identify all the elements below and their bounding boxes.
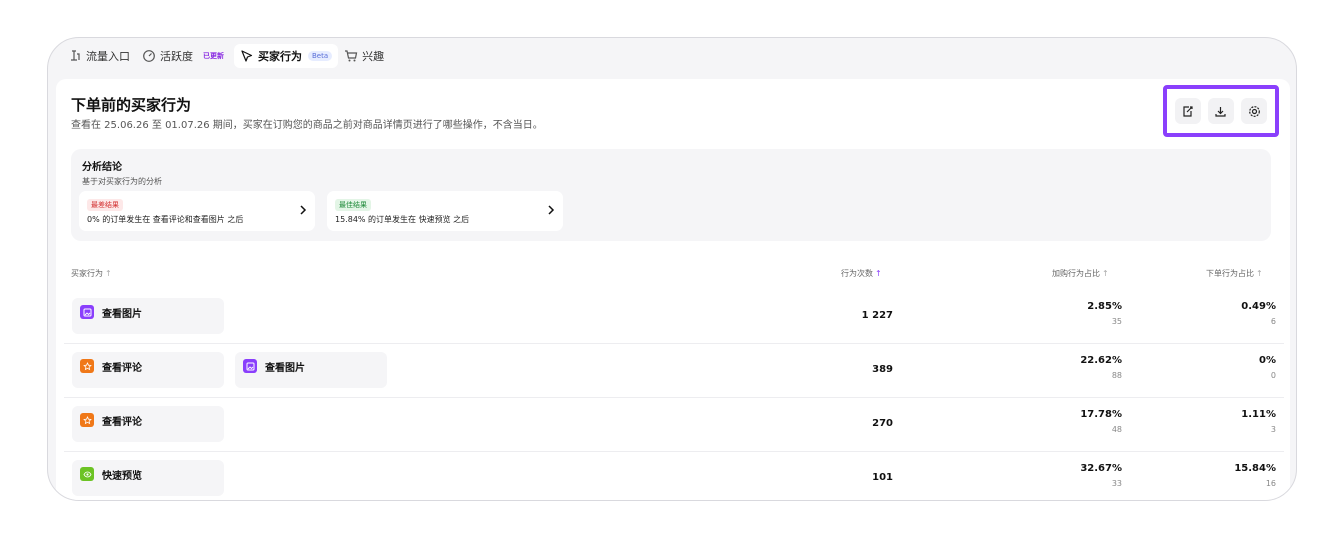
best-result-tag: 最佳结果 (335, 199, 371, 211)
order-ratio-count: 0 (1270, 371, 1276, 380)
settings-icon (1248, 105, 1260, 117)
traffic-entry-icon (71, 50, 80, 61)
cart-ratio-percent: 22.62% (1080, 355, 1122, 366)
worst-result-card[interactable]: 最差结果 0% 的订单发生在 查看评论和查看图片 之后 (79, 191, 315, 231)
edit-export-icon (1183, 105, 1193, 117)
order-ratio-count: 16 (1265, 479, 1276, 488)
best-result-text: 15.84% 的订单发生在 快速预览 之后 (335, 215, 470, 224)
cart-ratio-percent: 32.67% (1080, 463, 1122, 474)
worst-result-tag: 最差结果 (87, 199, 123, 211)
page-subtitle: 查看在 25.06.26 至 01.07.26 期间，买家在订购您的商品之前对商… (71, 120, 543, 131)
eye-icon (80, 467, 94, 481)
cart-ratio-percent: 2.85% (1087, 301, 1122, 312)
window-frame: 流量入口 活跃度 已更新 买家行为 Beta 兴趣 下单前的买家行为 查看在 2… (47, 37, 1297, 501)
chevron-right-icon (300, 205, 307, 215)
tab-label: 流量入口 (86, 50, 130, 63)
tab-bar: 流量入口 活跃度 已更新 买家行为 Beta 兴趣 (62, 44, 390, 68)
table-row[interactable]: 快速预览 101 32.67% 33 15.84% 16 (64, 452, 1284, 500)
behavior-label: 快速预览 (102, 471, 142, 482)
header-label: 加购行为占比 (1052, 269, 1100, 278)
behavior-label: 查看评论 (102, 363, 142, 374)
behavior-count: 389 (872, 364, 893, 375)
main-panel: 下单前的买家行为 查看在 25.06.26 至 01.07.26 期间，买家在订… (56, 79, 1290, 500)
behavior-label: 查看评论 (102, 417, 142, 428)
column-header-behavior[interactable]: 买家行为 ↑ (71, 268, 112, 279)
behavior-label: 查看图片 (102, 309, 142, 320)
export-edit-button[interactable] (1174, 98, 1201, 124)
star-icon (80, 413, 94, 427)
star-icon (80, 359, 94, 373)
tab-label: 买家行为 (258, 50, 302, 63)
activity-gauge-icon (143, 50, 155, 62)
order-ratio-percent: 0% (1259, 355, 1276, 366)
chevron-right-icon (548, 205, 555, 215)
cart-ratio-percent: 17.78% (1080, 409, 1122, 420)
sort-arrow-icon: ↑ (1256, 269, 1263, 278)
behavior-label: 查看图片 (265, 363, 305, 374)
best-result-card[interactable]: 最佳结果 15.84% 的订单发生在 快速预览 之后 (327, 191, 563, 231)
image-icon (243, 359, 257, 373)
behavior-count: 270 (872, 418, 893, 429)
order-ratio-percent: 1.11% (1241, 409, 1276, 420)
image-icon (80, 305, 94, 319)
action-toolbar (1163, 85, 1279, 137)
cart-ratio-count: 33 (1111, 479, 1122, 488)
table-row[interactable]: 查看评论 270 17.78% 48 1.11% 3 (64, 398, 1284, 452)
cursor-icon (241, 50, 253, 62)
beta-badge: Beta (308, 51, 333, 61)
page-title: 下单前的买家行为 (71, 96, 192, 114)
download-icon (1215, 106, 1227, 117)
sort-arrow-icon: ↑ (875, 269, 882, 278)
behavior-chip: 快速预览 (72, 460, 224, 496)
order-ratio-count: 3 (1270, 425, 1276, 434)
cart-icon (345, 50, 358, 62)
behavior-chip: 查看评论 (72, 406, 224, 442)
column-header-count[interactable]: 行为次数 ↑ (841, 268, 882, 279)
download-button[interactable] (1207, 98, 1234, 124)
tab-traffic-entry[interactable]: 流量入口 (62, 44, 136, 68)
sort-arrow-icon: ↑ (1102, 269, 1109, 278)
behavior-chip: 查看评论 (72, 352, 224, 388)
cart-ratio-count: 35 (1111, 317, 1122, 326)
tab-label: 兴趣 (362, 50, 385, 63)
order-ratio-percent: 0.49% (1241, 301, 1276, 312)
cart-ratio-count: 88 (1111, 371, 1122, 380)
table-row[interactable]: 查看图片 1 227 2.85% 35 0.49% 6 (64, 290, 1284, 344)
header-label: 行为次数 (841, 269, 873, 278)
updated-badge: 已更新 (203, 52, 224, 60)
behavior-count: 101 (872, 472, 893, 483)
column-header-order-ratio[interactable]: 下单行为占比 ↑ (1206, 268, 1263, 279)
behavior-chip: 查看图片 (235, 352, 387, 388)
tab-activity[interactable]: 活跃度 已更新 (136, 44, 234, 68)
analysis-title: 分析结论 (82, 162, 122, 173)
tab-buyer-behavior[interactable]: 买家行为 Beta (234, 44, 339, 68)
cart-ratio-count: 48 (1111, 425, 1122, 434)
header-label: 下单行为占比 (1206, 269, 1254, 278)
order-ratio-percent: 15.84% (1234, 463, 1276, 474)
tab-label: 活跃度 (160, 50, 193, 63)
worst-result-text: 0% 的订单发生在 查看评论和查看图片 之后 (87, 215, 244, 224)
column-header-cart-ratio[interactable]: 加购行为占比 ↑ (1052, 268, 1109, 279)
behavior-count: 1 227 (861, 310, 893, 321)
table-row[interactable]: 查看评论 查看图片 389 22.62% 88 0% 0 (64, 344, 1284, 398)
behavior-chip: 查看图片 (72, 298, 224, 334)
header-label: 买家行为 (71, 269, 103, 278)
settings-button[interactable] (1241, 98, 1268, 124)
order-ratio-count: 6 (1270, 317, 1276, 326)
analysis-subtitle: 基于对买家行为的分析 (82, 177, 162, 186)
analysis-box: 分析结论 基于对买家行为的分析 最差结果 0% 的订单发生在 查看评论和查看图片… (71, 149, 1271, 241)
sort-arrow-icon: ↑ (105, 269, 112, 278)
tab-interest[interactable]: 兴趣 (338, 44, 390, 68)
